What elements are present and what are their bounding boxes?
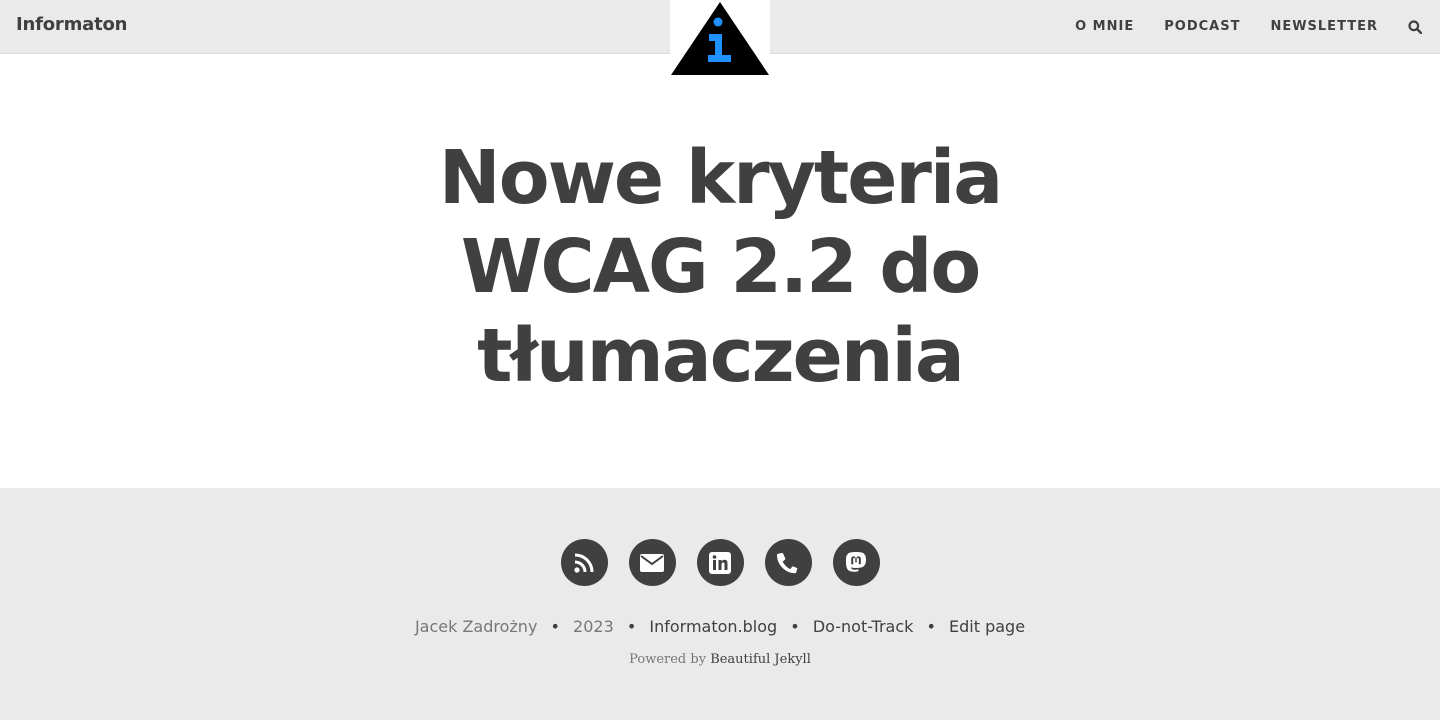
footer-link-informaton-blog[interactable]: Informaton.blog <box>649 617 777 636</box>
nav-link-o-mnie[interactable]: O MNIE <box>1075 19 1134 34</box>
footer: Jacek Zadrożny • 2023 • Informaton.blog … <box>0 488 1440 720</box>
separator: • <box>626 617 637 636</box>
copyright-year: 2023 <box>573 617 614 636</box>
social-links <box>0 539 1440 586</box>
beautiful-jekyll-link[interactable]: Beautiful Jekyll <box>710 652 811 667</box>
separator: • <box>790 617 800 636</box>
post-header: Nowe kryteria WCAG 2.2 do tłumaczenia <box>0 54 1440 488</box>
separator: • <box>926 617 936 636</box>
brand-link[interactable]: Informaton <box>16 14 127 35</box>
nav-links: O MNIE PODCAST NEWSLETTER <box>1045 0 1440 53</box>
email-icon[interactable] <box>628 539 676 586</box>
author-name: Jacek Zadrożny <box>414 617 538 636</box>
powered-by: Powered by Beautiful Jekyll <box>0 652 1440 667</box>
mastodon-icon[interactable] <box>832 539 880 586</box>
page-title: Nowe kryteria WCAG 2.2 do tłumaczenia <box>438 135 1003 399</box>
footer-link-edit-page[interactable]: Edit page <box>949 617 1025 636</box>
copyright-line: Jacek Zadrożny • 2023 • Informaton.blog … <box>0 617 1440 636</box>
separator: • <box>550 617 560 636</box>
phone-icon[interactable] <box>764 539 812 586</box>
linkedin-icon[interactable] <box>696 539 744 586</box>
rss-icon[interactable] <box>560 539 608 586</box>
nav-link-newsletter[interactable]: NEWSLETTER <box>1270 19 1378 34</box>
nav-link-podcast[interactable]: PODCAST <box>1164 19 1240 34</box>
footer-link-do-not-track[interactable]: Do-not-Track <box>813 617 914 636</box>
search-icon[interactable] <box>1406 18 1424 36</box>
powered-prefix: Powered by <box>629 652 707 667</box>
